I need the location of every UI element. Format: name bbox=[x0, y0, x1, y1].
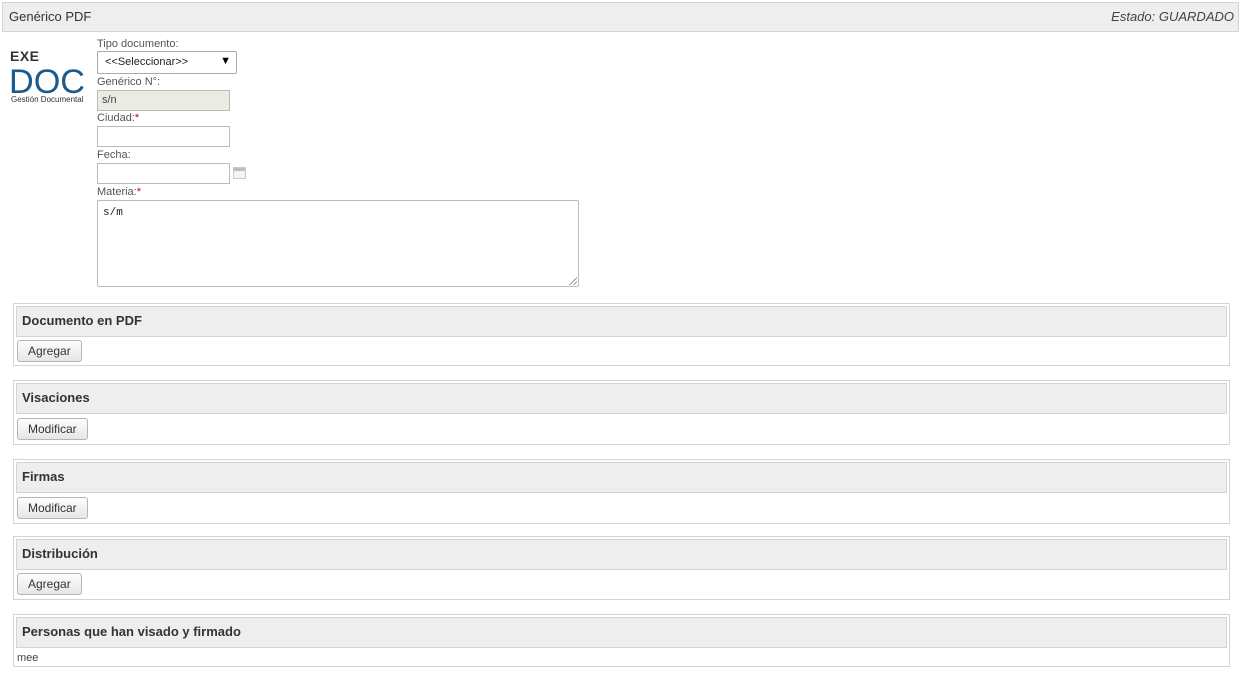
required-mark: * bbox=[136, 186, 142, 198]
personas-section: Personas que han visado y firmado mee bbox=[13, 614, 1230, 667]
ciudad-input[interactable] bbox=[97, 126, 230, 147]
logo-subtitle: Gestión Documental bbox=[11, 95, 84, 104]
status-text: Estado: GUARDADO bbox=[1111, 9, 1234, 24]
visaciones-section: Visaciones Modificar bbox=[13, 380, 1230, 445]
ciudad-label-text: Ciudad: bbox=[97, 112, 135, 124]
documento-pdf-section: Documento en PDF Agregar bbox=[13, 303, 1230, 366]
section-title: Firmas bbox=[22, 469, 65, 484]
tipo-documento-value: <<Seleccionar>> bbox=[105, 56, 189, 68]
resize-handle-icon[interactable] bbox=[569, 277, 577, 285]
materia-value: s/m bbox=[103, 207, 123, 219]
section-title: Distribución bbox=[22, 546, 98, 561]
ciudad-label: Ciudad:* bbox=[97, 112, 139, 124]
agregar-pdf-button[interactable]: Agregar bbox=[17, 340, 82, 362]
modificar-visaciones-button[interactable]: Modificar bbox=[17, 418, 88, 440]
section-title: Documento en PDF bbox=[22, 313, 142, 328]
section-header: Visaciones bbox=[16, 383, 1227, 414]
tipo-documento-label: Tipo documento: bbox=[97, 38, 179, 50]
page-header: Genérico PDF Estado: GUARDADO bbox=[2, 2, 1239, 32]
fecha-input[interactable] bbox=[97, 163, 230, 184]
materia-label-text: Materia: bbox=[97, 186, 137, 198]
section-title: Personas que han visado y firmado bbox=[22, 624, 241, 639]
section-title: Visaciones bbox=[22, 390, 90, 405]
fecha-label: Fecha: bbox=[97, 149, 131, 161]
dropdown-arrow-icon: ▼ bbox=[220, 55, 231, 67]
generico-numero-field: s/n bbox=[97, 90, 230, 111]
section-header: Personas que han visado y firmado bbox=[16, 617, 1227, 648]
tipo-documento-select[interactable]: <<Seleccionar>> ▼ bbox=[97, 51, 237, 74]
materia-label: Materia:* bbox=[97, 186, 141, 198]
firmas-section: Firmas Modificar bbox=[13, 459, 1230, 524]
distribucion-section: Distribución Agregar bbox=[13, 536, 1230, 600]
section-header: Documento en PDF bbox=[16, 306, 1227, 337]
exedoc-logo-graphic: EXE DOC bbox=[9, 48, 85, 101]
personas-content: mee bbox=[17, 652, 39, 664]
generico-numero-label: Genérico N°: bbox=[97, 76, 161, 88]
agregar-distribucion-button[interactable]: Agregar bbox=[17, 573, 82, 595]
modificar-firmas-button[interactable]: Modificar bbox=[17, 497, 88, 519]
section-header: Distribución bbox=[16, 539, 1227, 570]
page-title: Genérico PDF bbox=[9, 9, 92, 24]
logo-product: DOC bbox=[9, 63, 85, 95]
section-header: Firmas bbox=[16, 462, 1227, 493]
required-mark: * bbox=[134, 112, 140, 124]
logo-brand: EXE bbox=[10, 48, 40, 64]
calendar-icon[interactable] bbox=[233, 167, 246, 179]
materia-textarea[interactable]: s/m bbox=[97, 200, 579, 287]
